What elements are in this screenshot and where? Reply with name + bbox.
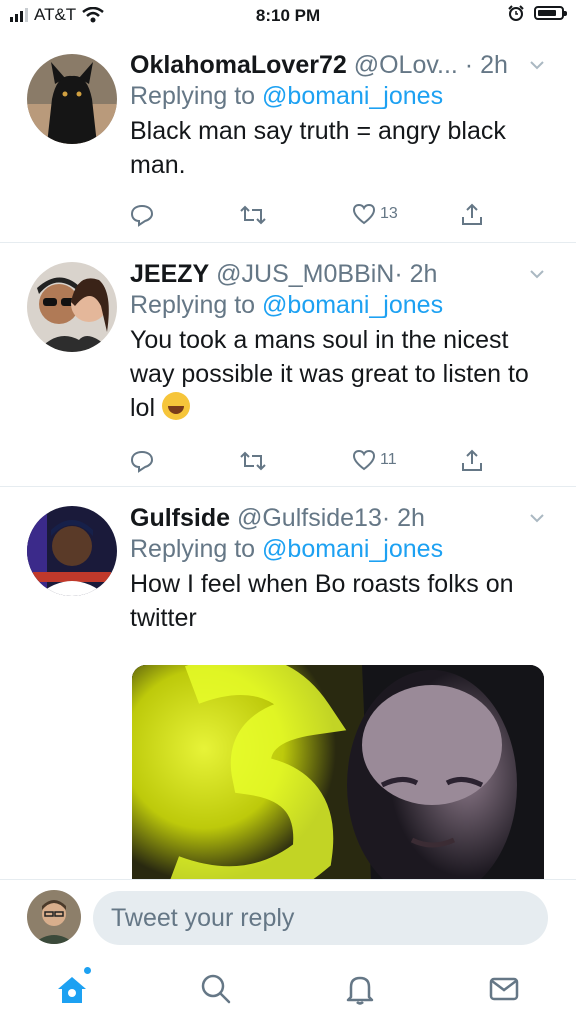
mention-link[interactable]: @bomani_jones xyxy=(262,291,443,319)
avatar[interactable] xyxy=(27,506,117,596)
retweet-button[interactable] xyxy=(240,203,266,227)
alarm-icon xyxy=(508,5,524,21)
replying-to: Replying to @bomani_jones xyxy=(130,80,546,112)
display-name[interactable]: JEEZY xyxy=(130,260,209,288)
tweet-content: Gulfside @Gulfside13· 2h Replying to @bo… xyxy=(130,503,546,635)
timestamp: · 2h xyxy=(464,51,508,79)
tweet-content: OklahomaLover72 @OLov... · 2h Replying t… xyxy=(130,50,546,182)
tab-home[interactable] xyxy=(54,967,91,1007)
laughing-emoji-icon xyxy=(161,392,190,420)
tweet-media-gif[interactable] xyxy=(132,665,544,879)
tab-messages[interactable] xyxy=(486,971,522,1007)
avatar[interactable] xyxy=(27,54,117,144)
replying-to: Replying to @bomani_jones xyxy=(130,289,546,321)
share-button[interactable] xyxy=(460,203,484,227)
tab-search[interactable] xyxy=(198,971,234,1007)
my-avatar[interactable] xyxy=(27,890,81,944)
user-handle[interactable]: @JUS_M0BBiN xyxy=(216,260,394,288)
chevron-down-icon[interactable] xyxy=(528,509,546,527)
reply-icon xyxy=(130,204,154,227)
chevron-down-icon[interactable] xyxy=(528,56,546,74)
tweet-header: OklahomaLover72 @OLov... · 2h xyxy=(130,50,546,80)
mention-link[interactable]: @bomani_jones xyxy=(262,535,443,563)
like-button[interactable]: 11 xyxy=(352,449,397,471)
heart-icon xyxy=(352,203,376,225)
tab-notifications[interactable] xyxy=(342,971,378,1007)
user-handle[interactable]: @Gulfside13 xyxy=(237,504,382,532)
display-name[interactable]: OklahomaLover72 xyxy=(130,51,347,79)
home-icon xyxy=(58,977,86,1003)
replying-prefix: Replying to xyxy=(130,535,256,563)
like-button[interactable]: 13 xyxy=(352,203,398,225)
timestamp: · 2h xyxy=(394,260,438,288)
status-bar: AT&T 8:10 PM xyxy=(0,0,576,30)
tweet-text: How I feel when Bo roasts folks on twitt… xyxy=(130,570,514,632)
timestamp: · 2h xyxy=(381,504,425,532)
reply-feed: OklahomaLover72 @OLov... · 2h Replying t… xyxy=(0,36,576,879)
new-content-dot xyxy=(84,967,91,974)
share-icon xyxy=(462,203,482,225)
tweet-header: Gulfside @Gulfside13· 2h xyxy=(130,503,546,533)
mail-icon xyxy=(489,977,519,1001)
like-count: 13 xyxy=(380,205,398,222)
reply-icon xyxy=(130,450,154,473)
replying-to: Replying to @bomani_jones xyxy=(130,533,546,565)
media-image xyxy=(132,665,544,879)
tweet[interactable]: JEEZY @JUS_M0BBiN· 2h Replying to @boman… xyxy=(0,243,576,487)
reply-composer: Tweet your reply xyxy=(0,879,576,958)
retweet-icon xyxy=(240,451,266,471)
heart-icon xyxy=(352,449,376,471)
replying-prefix: Replying to xyxy=(130,291,256,319)
user-handle[interactable]: @OLov... xyxy=(354,51,458,79)
tweet-header: JEEZY @JUS_M0BBiN· 2h xyxy=(130,259,546,289)
tweet-text: Black man say truth = angry black man. xyxy=(130,117,506,179)
share-button[interactable] xyxy=(460,449,484,473)
avatar[interactable] xyxy=(27,262,117,352)
tweet-content: JEEZY @JUS_M0BBiN· 2h Replying to @boman… xyxy=(130,259,546,425)
tweet-body: You took a mans soul in the nicest way p… xyxy=(130,323,546,425)
battery-icon xyxy=(534,6,567,20)
chevron-down-icon[interactable] xyxy=(528,265,546,283)
tweet[interactable]: Gulfside @Gulfside13· 2h Replying to @bo… xyxy=(0,487,576,879)
retweet-button[interactable] xyxy=(240,449,266,473)
display-name[interactable]: Gulfside xyxy=(130,504,230,532)
retweet-icon xyxy=(240,205,266,225)
share-icon xyxy=(462,449,482,471)
like-count: 11 xyxy=(380,451,397,468)
tab-bar xyxy=(0,957,576,1024)
status-right xyxy=(508,5,567,21)
tweet[interactable]: OklahomaLover72 @OLov... · 2h Replying t… xyxy=(0,36,576,243)
reply-button[interactable] xyxy=(130,203,154,227)
reply-input[interactable]: Tweet your reply xyxy=(93,891,548,945)
mention-link[interactable]: @bomani_jones xyxy=(262,82,443,110)
search-icon xyxy=(201,974,231,1004)
replying-prefix: Replying to xyxy=(130,82,256,110)
reply-button[interactable] xyxy=(130,449,154,473)
bell-icon xyxy=(346,976,374,1005)
clock: 8:10 PM xyxy=(255,6,321,25)
